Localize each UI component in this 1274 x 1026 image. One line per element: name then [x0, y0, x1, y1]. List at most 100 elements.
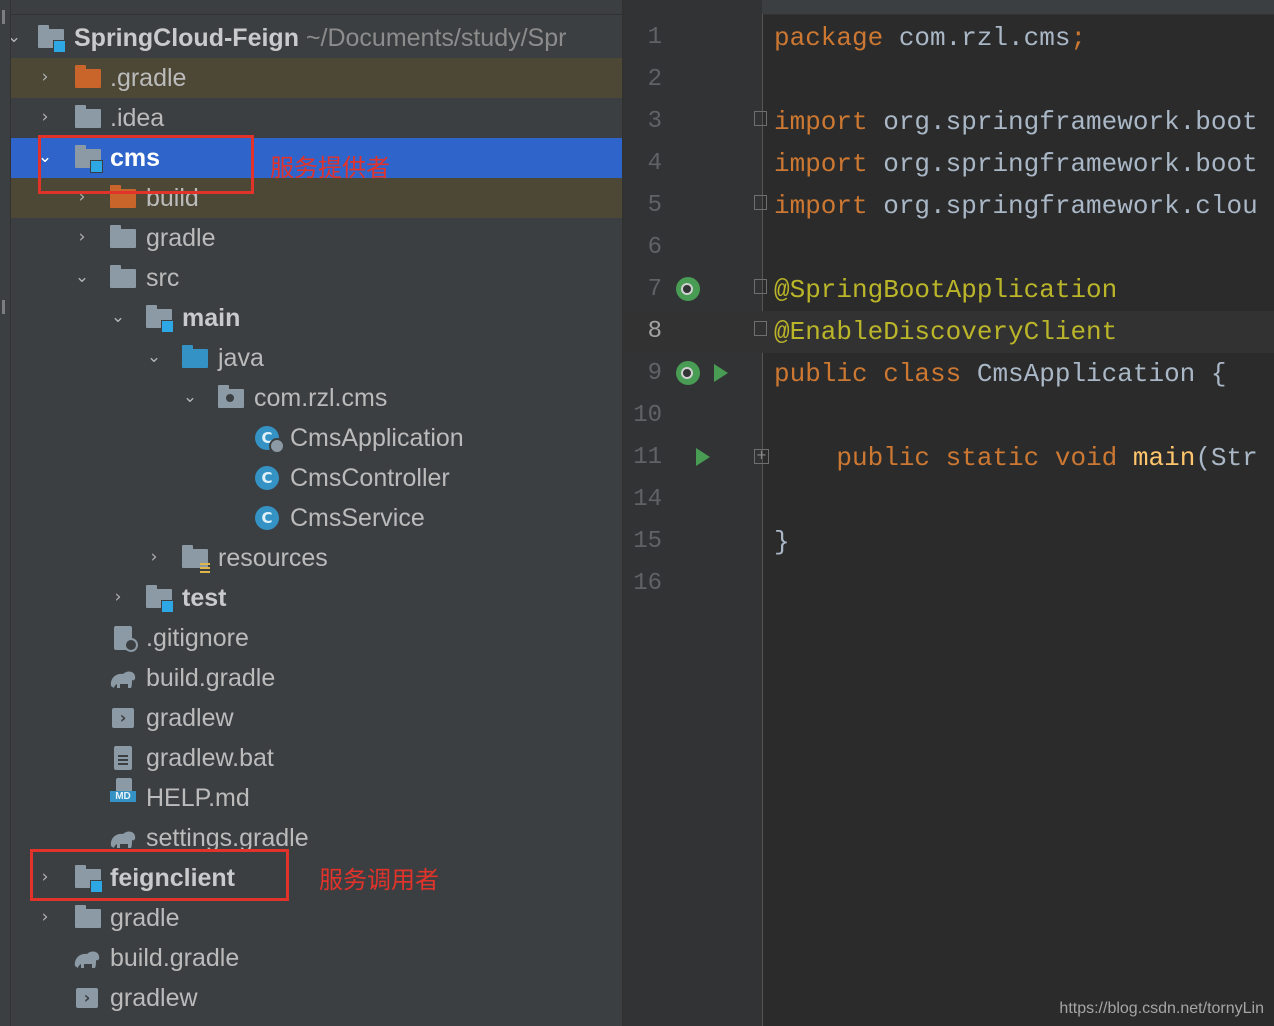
code-text: package com.rzl.cms;	[774, 23, 1086, 53]
code-line[interactable]: 14	[624, 479, 1274, 521]
tree-row-root-gradle[interactable]: › gradle	[11, 898, 622, 938]
tree-row-cms-application[interactable]: C CmsApplication	[11, 418, 622, 458]
chevron-right-icon[interactable]: ›	[36, 907, 54, 927]
tree-row-label: main	[182, 304, 241, 332]
tree-row-help-md[interactable]: MD HELP.md	[11, 778, 622, 818]
chevron-down-icon[interactable]: ⌄	[73, 267, 91, 287]
code-line[interactable]: 4 import org.springframework.boot	[624, 143, 1274, 185]
class-icon: C	[255, 506, 281, 530]
code-line[interactable]: 11 public static void main(Str	[624, 437, 1274, 479]
tree-row-resources[interactable]: › resources	[11, 538, 622, 578]
code-line[interactable]: 1 package com.rzl.cms;	[624, 17, 1274, 59]
code-line[interactable]: 8 @EnableDiscoveryClient	[624, 311, 1274, 353]
tree-row-label: .idea	[110, 104, 165, 132]
tree-row-root-build-gradle[interactable]: build.gradle	[11, 938, 622, 978]
tree-row-label: CmsController	[290, 464, 450, 492]
code-token: }	[774, 527, 790, 557]
tree-row-root-gradlew[interactable]: › gradlew	[11, 978, 622, 1018]
tree-row-test[interactable]: › test	[11, 578, 622, 618]
code-line[interactable]: 7 @SpringBootApplication	[624, 269, 1274, 311]
chevron-down-icon[interactable]: ⌄	[11, 27, 23, 47]
watermark: https://blog.csdn.net/tornyLin	[1059, 1000, 1264, 1017]
method-token: main	[1132, 443, 1196, 473]
class-icon: C	[255, 466, 281, 490]
tree-row-idea[interactable]: › .idea	[11, 98, 622, 138]
left-tool-strip[interactable]	[0, 0, 11, 1026]
chevron-right-icon[interactable]: ›	[36, 67, 54, 87]
code-line[interactable]: 3 import org.springframework.boot	[624, 101, 1274, 143]
fold-start-icon[interactable]	[754, 111, 767, 126]
tree-row-main[interactable]: ⌄ main	[11, 298, 622, 338]
project-header-strip	[11, 0, 622, 15]
tree-row-package[interactable]: ⌄ com.rzl.cms	[11, 378, 622, 418]
tree-row-label: resources	[218, 544, 328, 572]
excluded-folder-icon	[75, 65, 101, 90]
tree-row-label: settings.gradle	[146, 824, 309, 852]
code-token: org.springframework.boot	[867, 149, 1258, 179]
fold-expand-icon[interactable]: +	[754, 449, 769, 464]
chevron-down-icon[interactable]: ⌄	[145, 347, 163, 367]
tree-row-gradlew[interactable]: › gradlew	[11, 698, 622, 738]
provider-annotation: 服务提供者	[270, 154, 390, 182]
folder-icon	[75, 905, 101, 930]
tree-row-build-gradle[interactable]: build.gradle	[11, 658, 622, 698]
fold-end-icon[interactable]	[754, 321, 767, 336]
run-icon[interactable]	[714, 364, 728, 382]
package-icon	[218, 385, 244, 410]
line-number: 10	[633, 402, 662, 429]
fold-start-icon[interactable]	[754, 279, 767, 294]
folder-icon	[75, 105, 101, 130]
tree-row-gitignore[interactable]: .gitignore	[11, 618, 622, 658]
chevron-right-icon[interactable]: ›	[36, 107, 54, 127]
chevron-down-icon[interactable]: ⌄	[181, 387, 199, 407]
line-number: 9	[647, 360, 662, 387]
code-text: }	[774, 527, 790, 557]
project-tool-window: ⌄ SpringCloud-Feign ~/Documents/study/Sp…	[11, 0, 622, 1026]
code-line[interactable]: 6	[624, 227, 1274, 269]
code-line[interactable]: 15}	[624, 521, 1274, 563]
tree-row-cms-service[interactable]: C CmsService	[11, 498, 622, 538]
code-editor[interactable]: 1 package com.rzl.cms; 2 3 import org.spring…	[624, 0, 1274, 1026]
tree-row-label: .gradle	[110, 64, 187, 92]
tree-row-java[interactable]: ⌄ java	[11, 338, 622, 378]
tree-row-root[interactable]: ⌄ SpringCloud-Feign ~/Documents/study/Sp…	[11, 18, 622, 58]
code-line[interactable]: 2	[624, 59, 1274, 101]
line-number: 1	[647, 24, 662, 51]
terminal-icon: ›	[110, 706, 136, 730]
keyword-token: public class	[774, 359, 962, 389]
keyword-token: import	[774, 107, 868, 137]
module-folder-icon	[38, 25, 66, 53]
gradle-elephant-icon	[108, 666, 136, 690]
tree-row-label: .gitignore	[146, 624, 249, 652]
spring-bean-icon[interactable]	[676, 277, 700, 301]
chevron-right-icon[interactable]: ›	[73, 227, 91, 247]
code-line[interactable]: 5 import org.springframework.clou	[624, 185, 1274, 227]
line-number: 11	[633, 444, 662, 471]
code-line[interactable]: 10	[624, 395, 1274, 437]
tree-row-gradlew-bat[interactable]: gradlew.bat	[11, 738, 622, 778]
tree-row-gradle[interactable]: › gradle	[11, 218, 622, 258]
chevron-right-icon[interactable]: ›	[109, 587, 127, 607]
consumer-annotation: 服务调用者	[319, 866, 439, 894]
folder-icon	[110, 265, 136, 290]
fold-end-icon[interactable]	[754, 195, 767, 210]
chevron-right-icon[interactable]: ›	[145, 547, 163, 567]
resources-folder-icon	[182, 545, 210, 573]
code-line[interactable]: 16	[624, 563, 1274, 605]
code-text: public class CmsApplication {	[774, 359, 1226, 389]
line-number: 3	[647, 108, 662, 135]
folder-icon	[110, 225, 136, 250]
tree-row-dot-gradle[interactable]: › .gradle	[11, 58, 622, 98]
chevron-down-icon[interactable]: ⌄	[109, 307, 127, 327]
tree-row-label: CmsApplication	[290, 424, 464, 452]
tree-row-label: gradlew	[146, 704, 234, 732]
tree-row-src[interactable]: ⌄ src	[11, 258, 622, 298]
code-token: CmsApplication {	[961, 359, 1227, 389]
spring-bean-icon[interactable]	[676, 361, 700, 385]
tree-row-label: test	[182, 584, 227, 612]
tree-row-cms-controller[interactable]: C CmsController	[11, 458, 622, 498]
code-text: @SpringBootApplication	[774, 275, 1117, 305]
run-icon[interactable]	[696, 448, 710, 466]
